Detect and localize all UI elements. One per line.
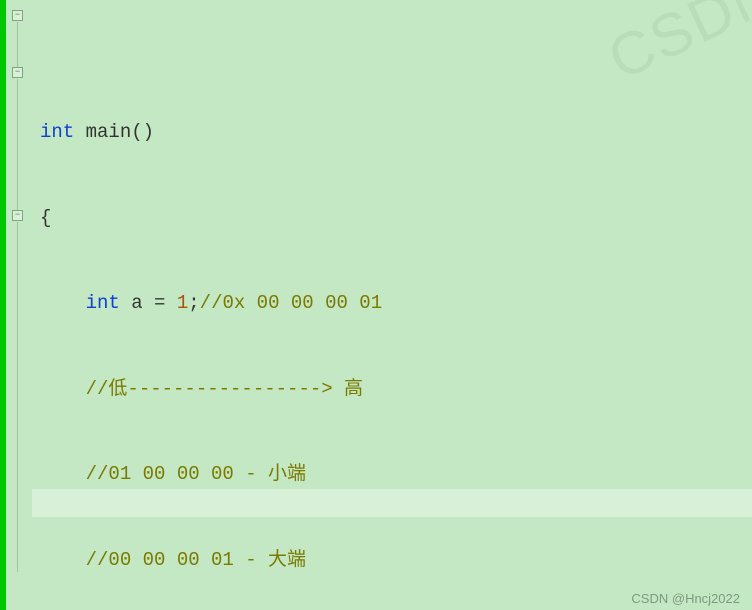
code-line: int main() (40, 118, 752, 147)
fold-guide (17, 79, 18, 214)
code-line: int a = 1;//0x 00 00 00 01 (40, 289, 752, 318)
comment: //0x 00 00 00 01 (200, 292, 382, 314)
number-literal: 1 (177, 292, 188, 314)
code-line: //00 00 00 01 - 大端 (40, 546, 752, 575)
comment: //01 00 00 00 - 小端 (86, 463, 306, 485)
ident-a: a (131, 292, 142, 314)
indent (40, 463, 86, 485)
semicolon: ; (188, 292, 199, 314)
keyword-int: int (40, 121, 74, 143)
code-line: //低-----------------> 高 (40, 375, 752, 404)
fold-guide (17, 22, 18, 72)
comment: //低-----------------> 高 (86, 378, 363, 400)
func-main: main (86, 121, 132, 143)
assign: = (143, 292, 177, 314)
fold-toggle-main[interactable]: − (12, 10, 23, 21)
fold-gutter: − − − (6, 0, 32, 610)
fold-toggle-block[interactable]: − (12, 67, 23, 78)
parens: () (131, 121, 154, 143)
indent (40, 292, 86, 314)
code-line: { (40, 204, 752, 233)
code-area[interactable]: int main() { int a = 1;//0x 00 00 00 01 … (32, 0, 752, 610)
open-brace: { (40, 207, 51, 229)
code-line: //01 00 00 00 - 小端 (40, 460, 752, 489)
keyword-int: int (86, 292, 120, 314)
code-editor: − − − int main() { int a = 1;//0x 00 00 … (0, 0, 752, 610)
current-line-highlight (32, 489, 752, 517)
comment: //00 00 00 01 - 大端 (86, 549, 306, 571)
indent (40, 549, 86, 571)
fold-toggle-union[interactable]: − (12, 210, 23, 221)
indent (40, 378, 86, 400)
fold-guide (17, 222, 18, 572)
